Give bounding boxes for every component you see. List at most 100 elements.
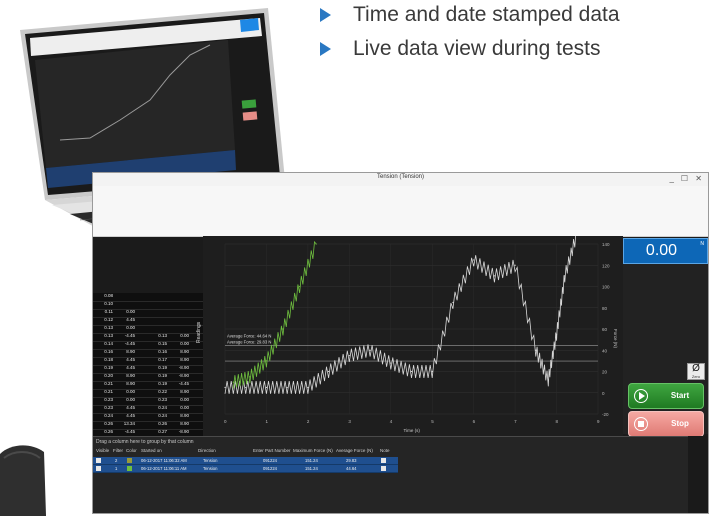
minimize-button[interactable]: _ xyxy=(670,173,674,185)
zero-button[interactable]: Ø Zero xyxy=(687,363,705,380)
started-on: 06-12-2017 11:06:11 AM xyxy=(141,466,187,471)
group-hint: Drag a column here to group by that colu… xyxy=(96,439,194,445)
data-point xyxy=(265,360,268,362)
table-cell: 0.00 xyxy=(180,333,189,338)
bullet-item: Live data view during tests xyxy=(320,34,600,64)
data-point xyxy=(224,386,226,389)
table-cell: 0.20 xyxy=(104,373,113,378)
close-button[interactable]: ✕ xyxy=(695,173,702,185)
table-cell: -8.90 xyxy=(178,429,189,434)
table-cell: -4.45 xyxy=(124,333,135,338)
data-point xyxy=(265,386,268,389)
table-cell: 8.90 xyxy=(126,381,135,386)
readout-unit: N xyxy=(700,241,704,247)
table-cell: -8.90 xyxy=(178,365,189,370)
results-header: Visible Filter Color Started on Directio… xyxy=(93,448,688,456)
data-point xyxy=(555,333,558,335)
data-point xyxy=(348,354,350,357)
data-point xyxy=(315,243,317,245)
data-point xyxy=(249,376,251,378)
maximize-button[interactable]: ☐ xyxy=(681,173,688,185)
row-color xyxy=(127,466,132,471)
table-cell: -8.90 xyxy=(178,373,189,378)
bullet-text: Live data view during tests xyxy=(353,37,601,60)
col-header[interactable]: Started on xyxy=(141,448,162,453)
data-point xyxy=(535,349,537,351)
x-tick-label: 7 xyxy=(514,419,517,424)
y-tick-label: 140 xyxy=(602,242,610,247)
col-header[interactable]: Color xyxy=(126,448,137,453)
col-header[interactable]: Note xyxy=(380,448,390,453)
col-header[interactable]: Enter Part Number xyxy=(253,448,291,453)
x-tick-label: 9 xyxy=(597,419,600,424)
col-header[interactable]: Maximum Force (N) xyxy=(293,448,333,453)
table-cell: 0.26 xyxy=(158,421,167,426)
data-point xyxy=(493,275,495,277)
table-cell: 0.12 xyxy=(104,317,113,322)
start-button[interactable]: Start xyxy=(628,383,704,409)
avg-force: 44.64 xyxy=(346,466,357,471)
ribbon xyxy=(93,186,708,237)
table-cell: 0.23 xyxy=(104,405,113,410)
table-cell: 0.11 xyxy=(104,309,113,314)
col-header[interactable]: Filter xyxy=(113,448,123,453)
y-tick-label: -20 xyxy=(602,412,609,417)
x-tick-label: 0 xyxy=(224,419,227,424)
data-point xyxy=(328,370,330,373)
table-cell: 0.21 xyxy=(104,389,113,394)
bullet-arrow-icon xyxy=(320,8,331,22)
zero-label: Zero xyxy=(691,374,701,379)
table-row[interactable]: 1 06-12-2017 11:06:11 AM Tension 091224 … xyxy=(93,465,398,473)
stop-button[interactable]: Stop xyxy=(628,411,704,437)
col-header[interactable]: Direction xyxy=(198,448,216,453)
table-cell: 8.90 xyxy=(126,349,135,354)
table-row[interactable]: 2 06-12-2017 11:06:32 AM Tension 091224 … xyxy=(93,457,398,465)
data-point xyxy=(547,379,549,381)
stop-square-icon xyxy=(638,421,644,427)
col-header[interactable]: Visible xyxy=(96,448,109,453)
data-point xyxy=(299,285,301,288)
data-point xyxy=(564,275,566,277)
y-tick-label: 80 xyxy=(602,306,608,311)
bullet-item: Time and date stamped data xyxy=(320,0,620,30)
table-cell: 0.19 xyxy=(104,365,113,370)
table-cell: 0.13 xyxy=(158,333,167,338)
readings-tab[interactable]: Readings xyxy=(196,322,202,343)
table-cell: 4.45 xyxy=(126,413,135,418)
data-point xyxy=(369,349,371,351)
table-cell: 0.16 xyxy=(158,349,167,354)
table-cell: 0.22 xyxy=(158,389,167,394)
y-tick-label: 120 xyxy=(602,263,610,268)
table-cell: 4.45 xyxy=(126,357,135,362)
table-cell: 0.00 xyxy=(180,341,189,346)
max-force: 151.24 xyxy=(305,458,318,463)
x-tick-label: 6 xyxy=(473,419,476,424)
note-icon[interactable] xyxy=(381,466,386,471)
col-header[interactable]: Average Force (N) xyxy=(336,448,373,453)
table-cell: 0.26 xyxy=(104,421,113,426)
table-cell: 0.15 xyxy=(158,341,167,346)
x-tick-label: 8 xyxy=(556,419,559,424)
table-cell: 0.23 xyxy=(104,397,113,402)
start-label: Start xyxy=(670,391,690,400)
table-cell: 8.90 xyxy=(180,357,189,362)
avg-force-annotation: Average Force: 44.64 N xyxy=(227,333,271,338)
table-cell: 0.17 xyxy=(158,357,167,362)
visible-checkbox[interactable] xyxy=(96,466,101,471)
x-tick-label: 5 xyxy=(431,419,434,424)
table-cell: 0.18 xyxy=(104,357,113,362)
series-line xyxy=(224,229,578,394)
note-icon[interactable] xyxy=(381,458,386,463)
visible-checkbox[interactable] xyxy=(96,458,101,463)
bullet-text: Time and date stamped data xyxy=(353,3,620,26)
data-point xyxy=(307,386,309,389)
row-number: 2 xyxy=(115,458,118,463)
y-axis-label: Force (N) xyxy=(613,329,618,349)
y-tick-label: 0 xyxy=(602,391,605,396)
data-point xyxy=(232,381,234,383)
data-point xyxy=(282,328,284,330)
table-cell: 4.45 xyxy=(126,365,135,370)
app-window: Tension (Tension) _ ☐ ✕ 0.08 0.10 0.11 0.00… xyxy=(92,172,709,514)
results-grid: Drag a column here to group by that colu… xyxy=(93,436,688,513)
title-bar: Tension (Tension) _ ☐ ✕ xyxy=(93,173,708,187)
